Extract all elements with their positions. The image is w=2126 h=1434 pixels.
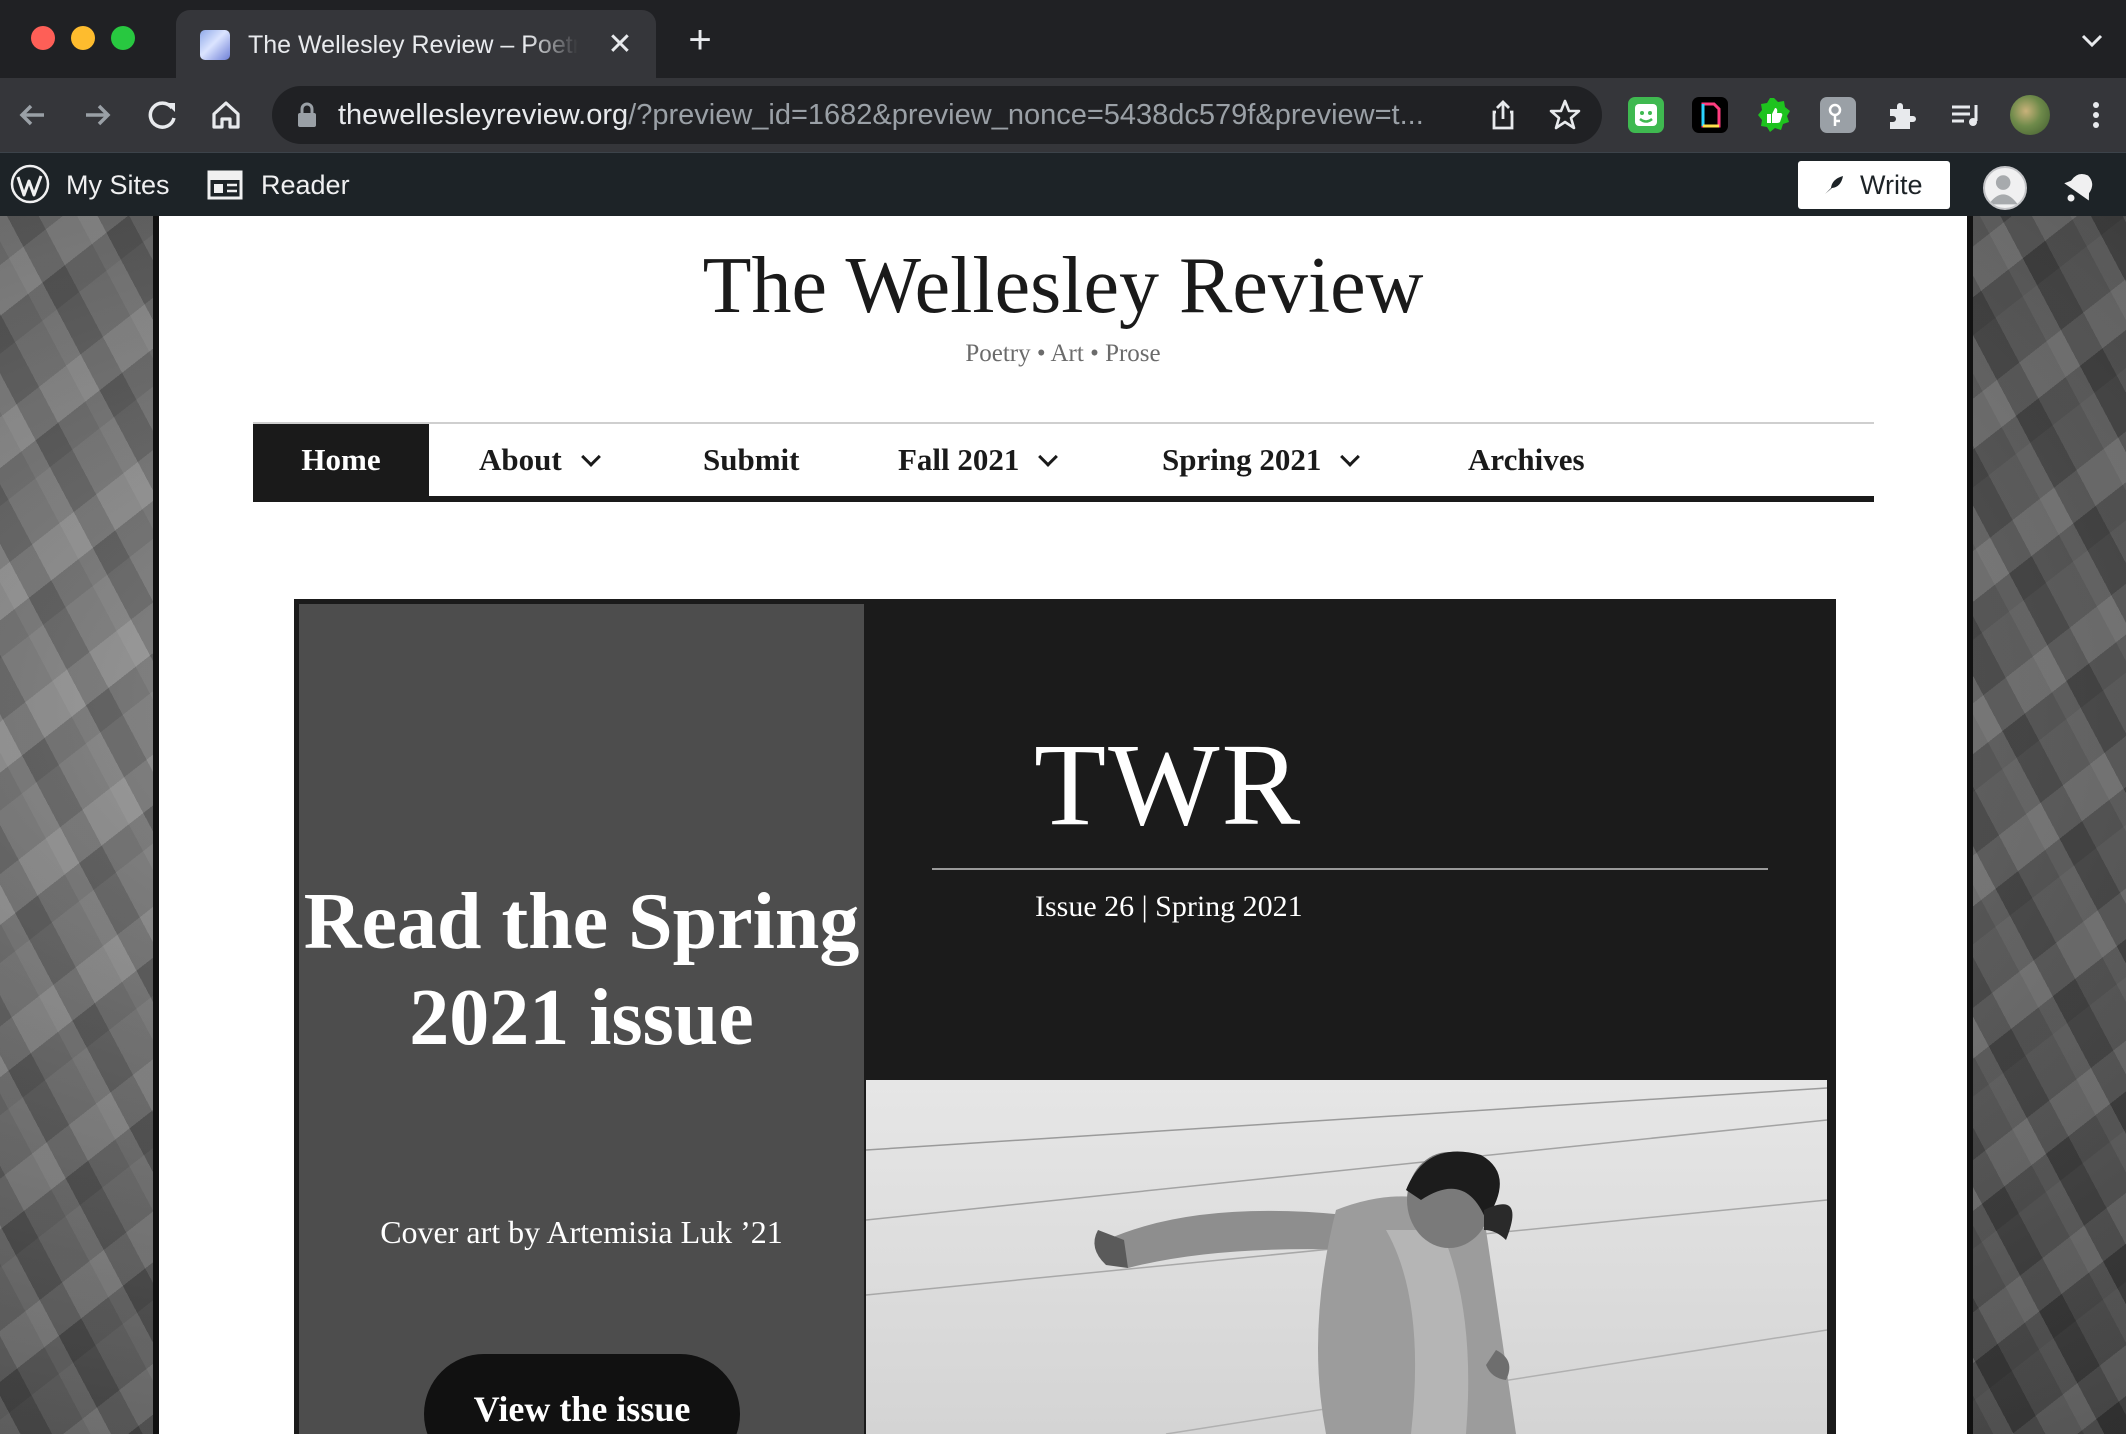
write-button[interactable]: Write (1798, 161, 1950, 209)
nav-item-fall-2021[interactable]: Fall 2021 (898, 424, 1059, 496)
user-avatar[interactable] (1983, 166, 2027, 210)
media-playlist-icon[interactable] (1948, 97, 1984, 133)
profile-avatar-icon[interactable] (2010, 95, 2050, 135)
new-tab-button[interactable]: + (682, 20, 718, 60)
chevron-down-icon (1340, 447, 1361, 467)
cover-divider (932, 868, 1768, 870)
issue-label: Issue 26 | Spring 2021 (1035, 890, 1303, 923)
browser-tab-strip: The Wellesley Review – Poetry • Art • Pr… (0, 0, 2126, 78)
extensions-puzzle-icon[interactable] (1884, 97, 1920, 133)
nav-item-home[interactable]: Home (253, 424, 429, 496)
cover-photo-illustration (866, 1087, 1827, 1434)
nav-item-label: Spring 2021 (1162, 442, 1322, 477)
featured-issue-text-panel: Read the Spring 2021 issue Cover art by … (299, 604, 864, 1434)
view-issue-button[interactable]: View the issue (424, 1354, 740, 1434)
nav-item-label: Archives (1468, 442, 1585, 477)
home-icon[interactable] (205, 94, 247, 136)
close-window-button[interactable] (31, 26, 55, 50)
reader-icon[interactable] (207, 170, 243, 200)
tab-title: The Wellesley Review – Poetry • Art • Pr… (248, 31, 578, 59)
lock-icon[interactable] (296, 102, 318, 128)
twr-logo: TWR (1034, 719, 1303, 850)
nav-item-label: About (479, 442, 562, 477)
wordpress-logo-icon[interactable] (10, 164, 50, 204)
url-host: thewellesleyreview.org (338, 99, 629, 131)
more-menu-icon[interactable] (2078, 97, 2114, 133)
cover-art-credit: Cover art by Artemisia Luk ’21 (380, 1214, 783, 1250)
back-arrow-icon[interactable] (12, 94, 54, 136)
minimize-window-button[interactable] (71, 26, 95, 50)
reader-link[interactable]: Reader (261, 153, 350, 217)
write-button-label: Write (1860, 170, 1923, 200)
address-bar[interactable]: thewellesleyreview.org/?preview_id=1682&… (272, 86, 1602, 144)
notifications-bell-icon[interactable] (2060, 167, 2100, 207)
nav-item-spring-2021[interactable]: Spring 2021 (1162, 424, 1361, 496)
nav-item-archives[interactable]: Archives (1468, 424, 1585, 496)
site-title[interactable]: The Wellesley Review (159, 236, 1967, 336)
bookmark-star-icon[interactable] (1548, 98, 1582, 132)
nav-item-label: Submit (703, 442, 800, 477)
browser-tab-active[interactable]: The Wellesley Review – Poetry • Art • Pr… (176, 10, 656, 78)
share-icon[interactable] (1486, 98, 1520, 132)
site-description: Poetry • Art • Prose (965, 340, 1161, 367)
extension-key-icon[interactable] (1820, 97, 1856, 133)
reload-icon[interactable] (141, 94, 183, 136)
wordpress-admin-bar: My Sites Reader Write (0, 152, 2126, 216)
nav-item-submit[interactable]: Submit (703, 424, 799, 496)
extension-thumbs-up-icon[interactable] (1756, 97, 1792, 133)
url-text[interactable]: thewellesleyreview.org/?preview_id=1682&… (338, 86, 1458, 144)
primary-navigation: Home About Submit Fall 2021 Spring 2021 … (253, 422, 1874, 502)
site-favicon-icon (200, 30, 230, 60)
url-path: /?preview_id=1682&preview_nonce=5438dc57… (628, 99, 1424, 131)
forward-arrow-icon[interactable] (76, 94, 118, 136)
quill-icon (1825, 176, 1843, 194)
cover-photo[interactable] (866, 1080, 1827, 1434)
nav-item-label: Fall 2021 (898, 442, 1020, 477)
browser-toolbar: thewellesleyreview.org/?preview_id=1682&… (0, 78, 2126, 152)
my-sites-link[interactable]: My Sites (66, 153, 170, 217)
nav-item-about[interactable]: About (479, 424, 601, 496)
extension-grammar-icon[interactable] (1628, 97, 1664, 133)
chevron-down-icon (1038, 447, 1059, 467)
extension-document-icon[interactable] (1692, 97, 1728, 133)
tab-search-chevron-icon[interactable] (2074, 26, 2110, 56)
tab-close-icon[interactable]: ✕ (604, 29, 636, 61)
nav-item-label: Home (301, 442, 381, 477)
chevron-down-icon (580, 447, 601, 467)
maximize-window-button[interactable] (111, 26, 135, 50)
featured-issue-heading: Read the Spring 2021 issue (303, 878, 860, 1062)
